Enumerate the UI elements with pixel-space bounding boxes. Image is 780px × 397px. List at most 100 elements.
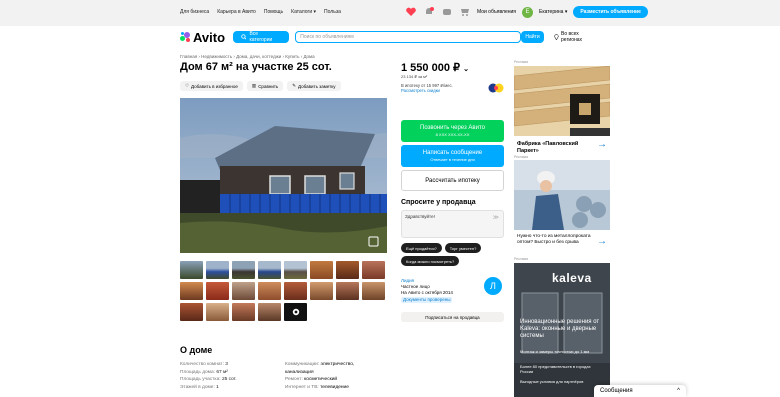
add-note-label: Добавить заметку [298, 83, 336, 89]
param-key: Площадь дома: [180, 369, 215, 375]
write-message-button[interactable]: Написать сообщение Отвечает в течение дн… [401, 145, 504, 167]
thumbnail[interactable] [180, 282, 203, 300]
send-icon[interactable]: ≫ [493, 214, 499, 221]
avito-logo[interactable]: Avito [180, 30, 227, 45]
message-input[interactable]: Здравствуйте! ≫ [401, 210, 504, 238]
thumbnail[interactable] [310, 261, 333, 279]
compare-icon: ▥ [251, 83, 257, 88]
ad-image-metal[interactable] [514, 160, 610, 230]
thumbnail[interactable] [206, 303, 229, 321]
find-button[interactable]: Найти [520, 31, 545, 43]
chevron-up-icon[interactable]: ^ [677, 388, 680, 394]
main-photo[interactable] [180, 98, 387, 253]
ad-banner-kaleva[interactable]: kaleva Инновационные решения от Kaleva: … [514, 263, 610, 397]
top-link-help[interactable]: Помощь [264, 9, 283, 15]
chat-icon[interactable] [441, 6, 453, 18]
thumbnail[interactable] [336, 282, 359, 300]
param-key: Коммуникации: [285, 362, 320, 367]
top-link-catalogs[interactable]: Каталоги ▾ [291, 9, 316, 15]
thumbnail[interactable] [206, 282, 229, 300]
ad-label: Реклама [514, 155, 529, 159]
breadcrumb[interactable]: Главная › Недвижимость › Дома, дачи, кот… [180, 54, 315, 59]
note-icon: ✎ [292, 83, 297, 88]
kaleva-headline: Инновационные решения от Kaleva: оконные… [520, 319, 600, 339]
categories-label: Все категории [249, 31, 273, 43]
param-row: Количество комнат: 3 [180, 361, 237, 369]
quick-questions: Ещё продаётся? Торг уместен? Когда можно… [401, 243, 509, 266]
seller-since: На Авито с октября 2014 [401, 290, 453, 295]
thumbnail[interactable] [232, 303, 255, 321]
user-avatar[interactable]: Е [522, 6, 533, 18]
compare-button[interactable]: ▥ Сравнить [246, 81, 284, 91]
ad-image-parquet[interactable] [514, 66, 610, 136]
question-chip[interactable]: Ещё продаётся? [401, 243, 442, 253]
top-link-benefit[interactable]: Польза [324, 9, 341, 15]
search-icon [240, 34, 247, 40]
param-key: Количество комнат: [180, 362, 224, 367]
thumbnail[interactable] [180, 303, 203, 321]
thumbnail[interactable] [310, 282, 333, 300]
price-per-m2: 23 134 ₽ за м² [401, 74, 428, 79]
mortgage-info: В ипотеку от 15 997 ₽/мес. Рассмотреть с… [401, 83, 453, 93]
thumbnail[interactable] [284, 261, 307, 279]
thumbnail-more[interactable] [284, 303, 307, 321]
mortgage-link[interactable]: Рассмотреть скидки [401, 88, 440, 93]
kaleva-logo: kaleva [552, 271, 592, 285]
top-right: Мои объявления Е Екатерина ▾ Разместить … [405, 6, 648, 18]
param-value: 3 [225, 362, 228, 367]
thumbnail[interactable] [258, 303, 281, 321]
thumbnail[interactable] [206, 261, 229, 279]
param-row: Этажей в доме: 1 [180, 384, 237, 392]
question-chip[interactable]: Торг уместен? [444, 243, 482, 253]
location-pin-icon [554, 34, 559, 40]
ad-title-parquet[interactable]: Фабрика «Павловский Паркет» [517, 141, 592, 154]
top-link-career[interactable]: Карьера в Авито [217, 9, 256, 15]
seller-avatar[interactable]: Л [484, 277, 502, 295]
price[interactable]: 1 550 000 ₽ ⌄ [401, 61, 469, 74]
thumbnail[interactable] [258, 261, 281, 279]
thumbnail[interactable] [258, 282, 281, 300]
ad-title-metal[interactable]: Нужно что-то из металлопроката оптом? Бы… [517, 234, 592, 246]
param-value: косметический [304, 377, 338, 382]
price-value: 1 550 000 ₽ [401, 62, 460, 74]
ad-label: Реклама [514, 60, 529, 64]
thumbnail[interactable] [180, 261, 203, 279]
thumbnail[interactable] [362, 282, 385, 300]
add-note-button[interactable]: ✎ Добавить заметку [287, 81, 341, 91]
subscribe-button[interactable]: Подписаться на продавца [401, 312, 504, 322]
param-row: Коммуникации: электричество, канализация [285, 361, 380, 376]
param-value: 67 м² [216, 369, 228, 375]
top-bar: Для бизнеса Карьера в Авито Помощь Катал… [0, 0, 780, 26]
user-menu[interactable]: Екатерина ▾ [539, 9, 567, 15]
write-sub: Отвечает в течение дня [430, 157, 475, 162]
call-button[interactable]: Позвонить через Авито 8 ХХХ ХХХ-ХХ-ХХ [401, 120, 504, 142]
region-selector[interactable]: Во всех регионах [554, 31, 600, 43]
kaleva-bullet: Выгодные условия для партнёров [520, 379, 584, 384]
bell-icon[interactable] [423, 6, 435, 18]
search-input[interactable]: Поиск по объявлениям [295, 31, 521, 43]
thumbnail[interactable] [362, 261, 385, 279]
seller-info: Лидия Частное лицо На Авито с октября 20… [401, 278, 453, 303]
thumbnail[interactable] [284, 282, 307, 300]
ad-label: Реклама [514, 257, 529, 261]
heart-icon[interactable] [405, 6, 417, 18]
header: Avito Все категории Поиск по объявлениям… [180, 28, 600, 46]
param-key: Площадь участка: [180, 377, 221, 382]
arrow-right-icon[interactable]: → [597, 139, 607, 150]
question-chip[interactable]: Когда можно посмотреть? [401, 256, 460, 266]
arrow-right-icon[interactable]: → [597, 236, 607, 247]
cart-icon[interactable] [459, 6, 471, 18]
messages-panel[interactable]: Сообщения ^ [594, 385, 686, 397]
add-favorite-button[interactable]: ♡ Добавить в избранное [180, 81, 243, 91]
my-ads-link[interactable]: Мои объявления [477, 9, 516, 15]
calc-mortgage-button[interactable]: Рассчитать ипотеку [401, 170, 504, 191]
categories-button[interactable]: Все категории [232, 31, 290, 43]
thumbnail[interactable] [336, 261, 359, 279]
heart-outline-icon: ♡ [185, 83, 190, 88]
thumbnail[interactable] [232, 282, 255, 300]
parquet-image [514, 66, 610, 136]
thumbnail[interactable] [232, 261, 255, 279]
top-link-business[interactable]: Для бизнеса [180, 9, 209, 15]
post-ad-button[interactable]: Разместить объявление [573, 6, 648, 18]
about-heading: О доме [180, 345, 213, 355]
